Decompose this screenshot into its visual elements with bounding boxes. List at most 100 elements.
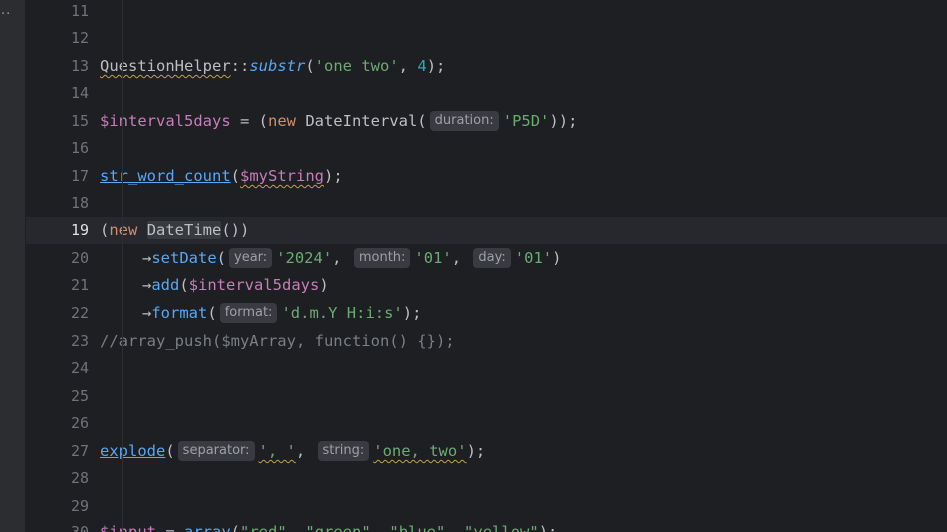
string-literal: "green" xyxy=(305,523,371,532)
string-literal: 'd.m.Y H:i:s' xyxy=(281,304,403,322)
punctuation: ); xyxy=(466,442,486,460)
line-number: 28 xyxy=(70,469,89,487)
code-text[interactable]: explode(separator: ', ', string:'one, two… xyxy=(100,441,485,461)
function-name[interactable]: explode xyxy=(100,442,165,460)
class-name: QuestionHelper xyxy=(100,57,231,75)
code-line[interactable]: 17 str_word_count($myString); xyxy=(26,163,947,190)
code-line[interactable]: 25 xyxy=(26,383,947,410)
string-literal: 'one, two' xyxy=(373,442,467,460)
line-number: 19 xyxy=(70,221,89,239)
code-line[interactable]: 15 $interval5days = (new DateInterval(du… xyxy=(26,108,947,135)
line-number: 22 xyxy=(70,304,89,322)
line-number: 26 xyxy=(70,414,89,432)
keyword: new xyxy=(267,112,296,130)
code-line[interactable]: 26 xyxy=(26,410,947,437)
punctuation: ); xyxy=(324,167,343,185)
tool-window-strip: .. xyxy=(0,0,26,532)
string-literal: 'one two' xyxy=(314,57,399,75)
punctuation: ( xyxy=(230,167,240,185)
code-line[interactable]: 24 xyxy=(26,355,947,382)
line-number: 13 xyxy=(70,57,89,75)
line-number: 23 xyxy=(70,332,89,350)
string-literal: '2024' xyxy=(276,249,333,267)
line-number: 14 xyxy=(70,84,89,102)
class-name: DateInterval( xyxy=(295,112,427,130)
code-line[interactable]: 12 xyxy=(26,25,947,52)
function-name[interactable]: str_word_count xyxy=(100,167,231,185)
punctuation: , xyxy=(332,249,351,267)
punctuation: ( xyxy=(305,57,315,75)
punctuation: ); xyxy=(426,57,446,75)
punctuation: , xyxy=(370,523,390,532)
line-number: 17 xyxy=(70,167,89,185)
code-line[interactable]: 14 xyxy=(26,80,947,107)
code-line[interactable]: 18 xyxy=(26,190,947,217)
code-text[interactable]: QuestionHelper::substr('one two', 4); xyxy=(100,56,445,76)
code-line[interactable]: 23 //array_push($myArray, function() {})… xyxy=(26,328,947,355)
operator: = ( xyxy=(230,112,268,130)
line-number: 12 xyxy=(70,29,89,47)
code-editor[interactable]: 11 12 13 QuestionHelper::substr('one two… xyxy=(26,0,947,532)
punctuation: ( xyxy=(230,523,241,532)
parameter-hint: day: xyxy=(473,248,511,268)
line-number: 30 xyxy=(70,523,89,532)
code-line[interactable]: 11 xyxy=(26,0,947,25)
code-text[interactable]: →add($interval5days) xyxy=(100,275,329,295)
line-number: 25 xyxy=(70,387,89,405)
current-code-line[interactable]: 19 (new DateTime()) xyxy=(26,217,947,244)
punctuation: ( xyxy=(207,304,217,322)
punctuation: , xyxy=(445,523,465,532)
code-text[interactable]: $interval5days = (new DateInterval(durat… xyxy=(100,111,577,131)
code-line[interactable]: 29 xyxy=(26,493,947,520)
code-line[interactable]: 22 →format(format:'d.m.Y H:i:s'); xyxy=(26,300,947,327)
class-name: DateTime xyxy=(146,221,222,239)
punctuation: ( xyxy=(165,442,175,460)
punctuation: , xyxy=(286,523,306,532)
operator: :: xyxy=(230,57,250,75)
punctuation: ); xyxy=(402,304,422,322)
code-line[interactable]: 27 explode(separator: ', ', string:'one, … xyxy=(26,438,947,465)
line-number: 29 xyxy=(70,497,89,515)
line-number: 27 xyxy=(70,442,89,460)
code-line[interactable]: 16 xyxy=(26,135,947,162)
string-literal: '01' xyxy=(414,249,452,267)
parameter-hint: duration: xyxy=(429,111,499,131)
string-literal: ', ' xyxy=(258,442,296,460)
line-number: 24 xyxy=(70,359,89,377)
keyword: new xyxy=(109,221,138,239)
string-literal: "yellow" xyxy=(464,523,539,532)
code-text[interactable]: →format(format:'d.m.Y H:i:s'); xyxy=(100,303,421,323)
code-text[interactable]: $input = array("red", "green", "blue", "… xyxy=(100,522,557,532)
punctuation: ); xyxy=(538,523,558,532)
line-comment[interactable]: //array_push($myArray, function() {}); xyxy=(100,331,455,351)
method-name: setDate xyxy=(151,249,217,267)
punctuation: ( xyxy=(179,276,189,294)
variable: $input xyxy=(100,523,156,532)
punctuation: , xyxy=(398,57,418,75)
code-text[interactable]: str_word_count($myString); xyxy=(100,166,343,186)
code-line[interactable]: 20 →setDate(year: '2024', month: '01', day… xyxy=(26,245,947,272)
function-name: substr xyxy=(249,57,306,75)
code-line[interactable]: 13 QuestionHelper::substr('one two', 4); xyxy=(26,53,947,80)
string-literal: 'P5D' xyxy=(502,112,550,130)
function-name: array xyxy=(184,523,231,532)
operator: = xyxy=(156,523,184,532)
code-line[interactable]: 21 →add($interval5days) xyxy=(26,272,947,299)
string-literal: '01' xyxy=(514,249,553,267)
parameter-hint: month: xyxy=(353,248,411,268)
parameter-hint: separator: xyxy=(177,441,255,461)
more-icon[interactable]: .. xyxy=(1,2,11,20)
code-line[interactable]: 30 $input = array("red", "green", "blue"… xyxy=(26,519,947,532)
string-literal: "red" xyxy=(240,523,287,532)
punctuation: , xyxy=(451,249,471,267)
parameter-hint: year: xyxy=(229,248,273,268)
punctuation: , xyxy=(295,442,315,460)
method-name: add xyxy=(151,276,180,294)
punctuation: ( xyxy=(216,249,227,267)
punctuation: ()) xyxy=(221,221,250,239)
line-number: 15 xyxy=(70,112,89,130)
code-line[interactable]: 28 xyxy=(26,465,947,492)
code-text[interactable]: →setDate(year: '2024', month: '01', day: '0… xyxy=(100,248,561,268)
punctuation: ) xyxy=(319,276,329,294)
